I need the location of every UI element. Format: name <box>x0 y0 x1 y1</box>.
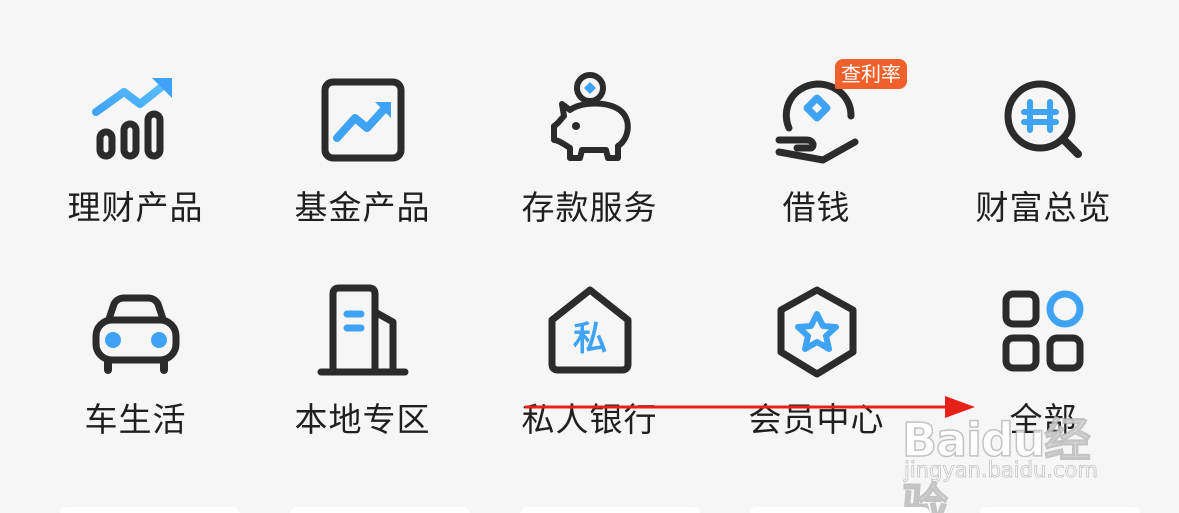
interest-rate-badge[interactable]: 查利率 <box>835 59 907 89</box>
menu-item-label: 私人银行 <box>521 400 658 439</box>
menu-item-label: 存款服务 <box>521 188 658 227</box>
service-grid: 理财产品 基金产品 存款服务 借钱 查利率 财富总览 车生活 本地专区 私 私人… <box>22 52 1157 476</box>
bottom-card-edge <box>980 507 1140 513</box>
bottom-card-edge <box>520 507 700 513</box>
car-icon <box>92 294 179 374</box>
fund-chart-icon <box>321 78 404 162</box>
bottom-card-edge <box>750 507 930 513</box>
menu-item-label: 基金产品 <box>294 188 431 227</box>
piggy-bank-icon <box>550 72 631 161</box>
bottom-card-edge <box>60 507 240 513</box>
menu-item-borrow-money[interactable]: 借钱 查利率 <box>703 52 930 264</box>
menu-item-private-bank[interactable]: 私 私人银行 <box>476 264 703 476</box>
wealth-search-icon <box>1004 80 1082 158</box>
menu-item-label: 全部 <box>1009 400 1078 439</box>
menu-item-label: 会员中心 <box>748 400 885 439</box>
menu-item-all[interactable]: 全部 <box>930 264 1157 476</box>
menu-item-local-zone[interactable]: 本地专区 <box>249 264 476 476</box>
menu-item-label: 财富总览 <box>975 188 1112 227</box>
member-star-icon <box>777 286 856 378</box>
all-apps-icon <box>1002 290 1083 372</box>
menu-item-deposit-service[interactable]: 存款服务 <box>476 52 703 264</box>
menu-item-label: 理财产品 <box>67 188 204 227</box>
menu-item-label: 车生活 <box>84 400 187 439</box>
menu-item-label: 本地专区 <box>294 400 431 439</box>
trend-chart-icon <box>91 78 172 160</box>
private-bank-glyph: 私 <box>573 319 607 359</box>
menu-item-car-life[interactable]: 车生活 <box>22 264 249 476</box>
menu-item-label: 借钱 <box>782 188 851 227</box>
private-bank-icon: 私 <box>548 286 631 374</box>
screen: 理财产品 基金产品 存款服务 借钱 查利率 财富总览 车生活 本地专区 私 私人… <box>0 0 1179 513</box>
menu-item-wealth-products[interactable]: 理财产品 <box>22 52 249 264</box>
menu-item-member-center[interactable]: 会员中心 <box>703 264 930 476</box>
bottom-card-edge <box>290 507 470 513</box>
building-icon <box>317 284 408 376</box>
menu-item-fund-products[interactable]: 基金产品 <box>249 52 476 264</box>
menu-item-wealth-overview[interactable]: 财富总览 <box>930 52 1157 264</box>
